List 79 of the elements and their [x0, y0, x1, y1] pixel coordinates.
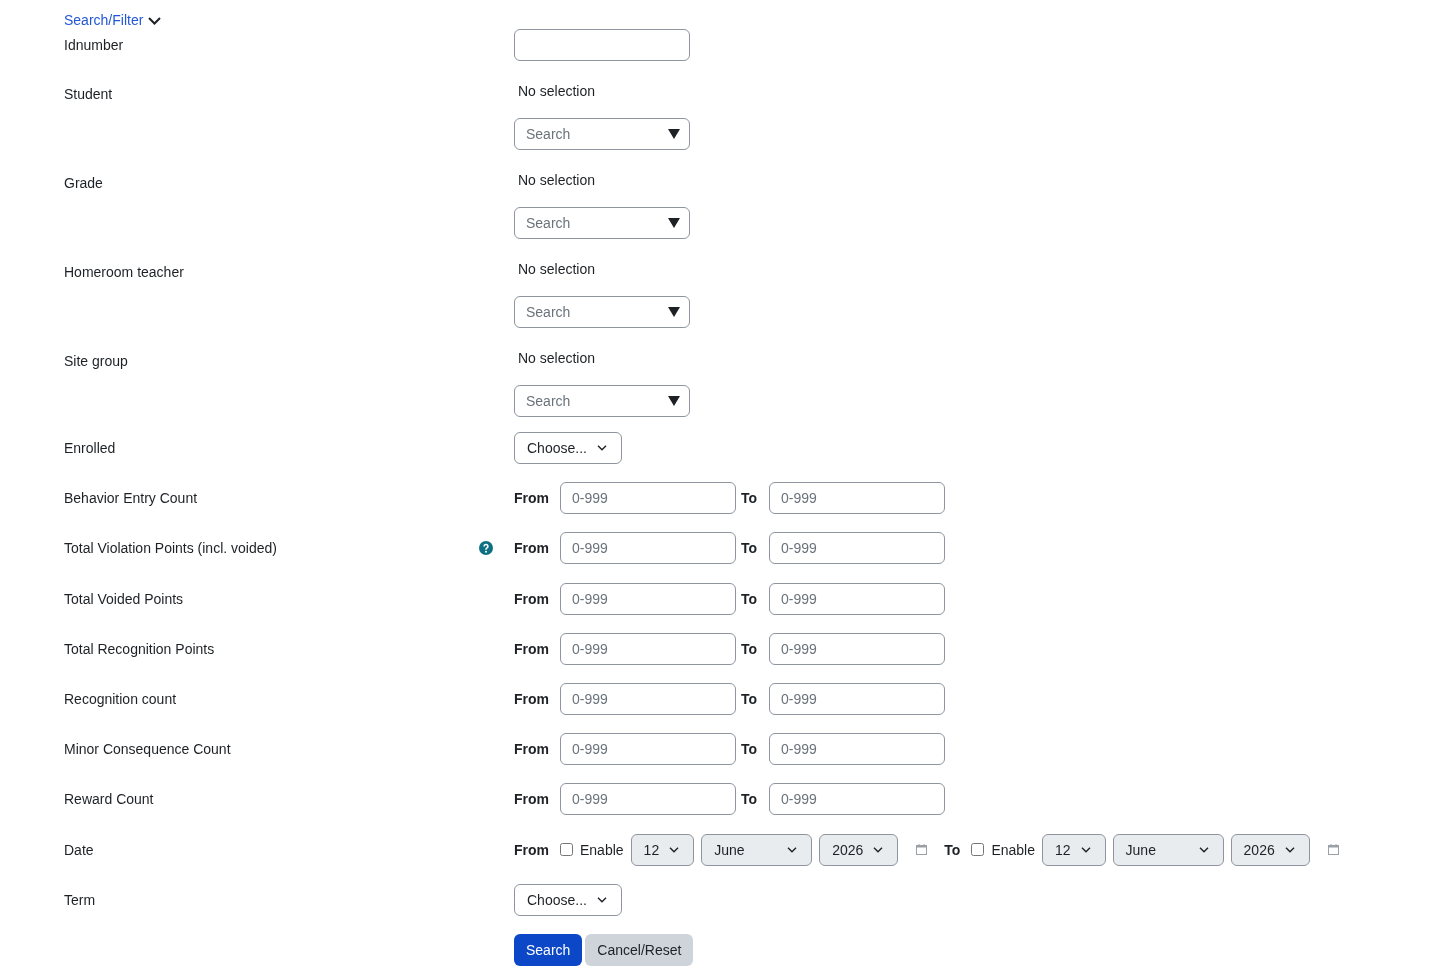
to-label: To: [741, 539, 758, 559]
chevron-down-icon[interactable]: [148, 17, 162, 25]
number-field[interactable]: 0-999: [769, 632, 946, 665]
to-label: To: [741, 489, 758, 509]
search-button[interactable]: Search: [514, 933, 583, 966]
to-label: To: [741, 639, 758, 659]
field-label: Enrolled: [64, 439, 116, 458]
text-field[interactable]: [514, 29, 690, 61]
field-label: Grade: [64, 174, 103, 193]
caret-icon[interactable]: [668, 129, 680, 139]
selection-text: No selection: [517, 260, 596, 279]
to-label: To: [741, 589, 758, 609]
from-label: From: [514, 790, 549, 810]
chevron-down-icon: [1284, 846, 1295, 853]
to-label: To: [741, 740, 758, 760]
number-field[interactable]: 0-999: [560, 733, 736, 766]
number-field[interactable]: 0-999: [560, 482, 736, 515]
chevron-down-icon: [1080, 846, 1091, 853]
cancel-button[interactable]: Cancel/Reset: [585, 933, 694, 966]
chevron-down-icon: [787, 846, 798, 853]
from-label: From: [514, 589, 549, 609]
number-field[interactable]: 0-999: [560, 783, 736, 816]
field-label: Date: [64, 840, 94, 860]
select-dropdown[interactable]: Choose...: [514, 883, 622, 916]
chevron-down-icon: [669, 846, 680, 853]
field-label: Recognition count: [64, 689, 177, 709]
select-dropdown[interactable]: Choose...: [514, 432, 622, 464]
from-label: From: [514, 539, 549, 559]
enable-label: Enable: [580, 840, 624, 860]
field-label: Minor Consequence Count: [64, 740, 231, 760]
enable-label: Enable: [991, 840, 1035, 860]
number-field[interactable]: 0-999: [769, 482, 946, 515]
number-field[interactable]: 0-999: [560, 632, 736, 665]
enable-checkbox[interactable]: [560, 843, 573, 856]
to-label: To: [944, 840, 961, 860]
search-field[interactable]: Search: [514, 207, 690, 239]
from-label: From: [514, 489, 549, 509]
number-field[interactable]: 0-999: [769, 783, 946, 816]
from-label: From: [514, 639, 549, 659]
from-label: From: [514, 740, 549, 760]
field-label: Site group: [64, 352, 128, 371]
calendar-icon[interactable]: [1327, 844, 1339, 855]
field-label: Behavior Entry Count: [64, 489, 198, 509]
enable-checkbox[interactable]: [971, 843, 985, 856]
number-field[interactable]: 0-999: [560, 582, 736, 615]
number-field[interactable]: 0-999: [560, 682, 736, 715]
chevron-down-icon: [1198, 846, 1209, 853]
number-field[interactable]: 0-999: [769, 733, 946, 766]
number-field[interactable]: 0-999: [769, 682, 946, 715]
field-label: Student: [64, 85, 113, 104]
calendar-icon[interactable]: [916, 844, 928, 855]
caret-icon[interactable]: [668, 396, 680, 406]
help-icon[interactable]: [479, 541, 493, 556]
selection-text: No selection: [517, 349, 596, 368]
chevron-down-icon: [596, 896, 607, 903]
number-field[interactable]: 0-999: [769, 582, 946, 615]
caret-icon[interactable]: [668, 218, 680, 228]
collapse-link[interactable]: Search/Filter: [64, 10, 162, 30]
to-label: To: [741, 689, 758, 709]
chevron-down-icon: [873, 846, 884, 853]
chevron-down-icon: [596, 445, 607, 451]
field-label: Homeroom teacher: [64, 263, 184, 282]
number-field[interactable]: 0-999: [769, 532, 946, 565]
search-field[interactable]: Search: [514, 118, 690, 150]
field-label: Reward Count: [64, 790, 154, 810]
field-label: Term: [64, 890, 96, 910]
field-label: Total Violation Points (incl. voided): [64, 539, 277, 559]
search-field[interactable]: Search: [514, 296, 690, 328]
caret-icon[interactable]: [668, 307, 680, 317]
field-label: Total Recognition Points: [64, 639, 215, 659]
field-label: Total Voided Points: [64, 589, 184, 609]
to-label: To: [741, 790, 758, 810]
from-label: From: [514, 689, 549, 709]
selection-text: No selection: [517, 82, 596, 101]
field-label: Idnumber: [64, 36, 124, 55]
selection-text: No selection: [517, 171, 596, 190]
from-label: From: [514, 840, 549, 860]
search-field[interactable]: Search: [514, 385, 690, 417]
number-field[interactable]: 0-999: [560, 532, 736, 565]
